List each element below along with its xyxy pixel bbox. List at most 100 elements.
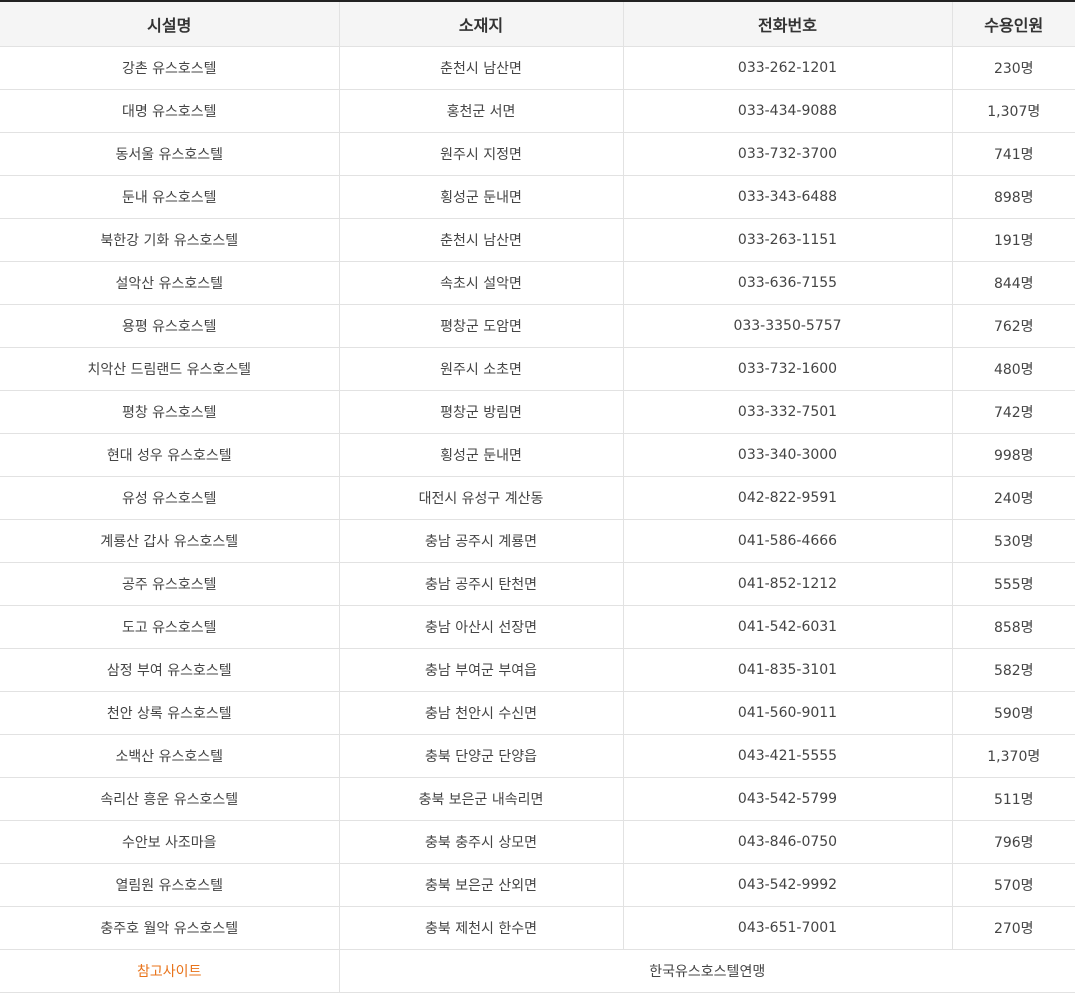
phone-cell: 041-852-1212 — [622, 562, 952, 606]
capacity-cell: 858명 — [951, 605, 1075, 649]
column-header-capacity: 수용인원 — [951, 1, 1075, 47]
facility-name-cell: 천안 상록 유스호스텔 — [0, 691, 339, 735]
location-cell: 평창군 도암면 — [338, 304, 623, 348]
facility-name-cell: 도고 유스호스텔 — [0, 605, 339, 649]
table-row: 도고 유스호스텔 충남 아산시 선장면 041-542-6031 858명 — [0, 605, 1075, 649]
capacity-cell: 240명 — [951, 476, 1075, 520]
location-cell: 평창군 방림면 — [338, 390, 623, 434]
capacity-cell: 270명 — [951, 906, 1075, 950]
facility-name-cell: 삼정 부여 유스호스텔 — [0, 648, 339, 692]
capacity-cell: 582명 — [951, 648, 1075, 692]
facility-name-cell: 속리산 흥운 유스호스텔 — [0, 777, 339, 821]
capacity-cell: 230명 — [951, 46, 1075, 90]
table-row: 평창 유스호스텔 평창군 방림면 033-332-7501 742명 — [0, 390, 1075, 434]
table-row: 유성 유스호스텔 대전시 유성구 계산동 042-822-9591 240명 — [0, 476, 1075, 520]
location-cell: 춘천시 남산면 — [338, 218, 623, 262]
phone-cell: 033-732-3700 — [622, 132, 952, 176]
phone-cell: 043-651-7001 — [622, 906, 952, 950]
facility-name-cell: 유성 유스호스텔 — [0, 476, 339, 520]
capacity-cell: 844명 — [951, 261, 1075, 305]
location-cell: 홍천군 서면 — [338, 89, 623, 133]
reference-site-label: 참고사이트 — [0, 949, 339, 993]
capacity-cell: 998명 — [951, 433, 1075, 477]
phone-cell: 043-421-5555 — [622, 734, 952, 778]
table-header: 시설명 소재지 전화번호 수용인원 — [0, 1, 1075, 47]
phone-cell: 041-586-4666 — [622, 519, 952, 563]
table-row: 천안 상록 유스호스텔 충남 천안시 수신면 041-560-9011 590명 — [0, 691, 1075, 735]
table-row: 북한강 기화 유스호스텔 춘천시 남산면 033-263-1151 191명 — [0, 218, 1075, 262]
capacity-cell: 555명 — [951, 562, 1075, 606]
location-cell: 충북 충주시 상모면 — [338, 820, 623, 864]
capacity-cell: 742명 — [951, 390, 1075, 434]
capacity-cell: 530명 — [951, 519, 1075, 563]
phone-cell: 041-560-9011 — [622, 691, 952, 735]
location-cell: 충남 공주시 탄천면 — [338, 562, 623, 606]
facility-name-cell: 북한강 기화 유스호스텔 — [0, 218, 339, 262]
table-row: 충주호 월악 유스호스텔 충북 제천시 한수면 043-651-7001 270명 — [0, 906, 1075, 950]
capacity-cell: 480명 — [951, 347, 1075, 391]
facility-name-cell: 계룡산 갑사 유스호스텔 — [0, 519, 339, 563]
phone-cell: 042-822-9591 — [622, 476, 952, 520]
phone-cell: 041-542-6031 — [622, 605, 952, 649]
table-row: 대명 유스호스텔 홍천군 서면 033-434-9088 1,307명 — [0, 89, 1075, 133]
phone-cell: 033-263-1151 — [622, 218, 952, 262]
table-row: 치악산 드림랜드 유스호스텔 원주시 소초면 033-732-1600 480명 — [0, 347, 1075, 391]
capacity-cell: 796명 — [951, 820, 1075, 864]
table-row: 동서울 유스호스텔 원주시 지정면 033-732-3700 741명 — [0, 132, 1075, 176]
phone-cell: 033-3350-5757 — [622, 304, 952, 348]
phone-cell: 033-262-1201 — [622, 46, 952, 90]
capacity-cell: 511명 — [951, 777, 1075, 821]
location-cell: 충남 부여군 부여읍 — [338, 648, 623, 692]
location-cell: 춘천시 남산면 — [338, 46, 623, 90]
capacity-cell: 1,307명 — [951, 89, 1075, 133]
capacity-cell: 570명 — [951, 863, 1075, 907]
table-row: 현대 성우 유스호스텔 횡성군 둔내면 033-340-3000 998명 — [0, 433, 1075, 477]
facility-name-cell: 열림원 유스호스텔 — [0, 863, 339, 907]
facility-name-cell: 공주 유스호스텔 — [0, 562, 339, 606]
table-row: 계룡산 갑사 유스호스텔 충남 공주시 계룡면 041-586-4666 530명 — [0, 519, 1075, 563]
location-cell: 횡성군 둔내면 — [338, 433, 623, 477]
location-cell: 충북 보은군 산외면 — [338, 863, 623, 907]
table-body: 강촌 유스호스텔 춘천시 남산면 033-262-1201 230명 대명 유스호스텔 홍… — [0, 46, 1075, 993]
phone-cell: 043-846-0750 — [622, 820, 952, 864]
table-row: 수안보 사조마을 충북 충주시 상모면 043-846-0750 796명 — [0, 820, 1075, 864]
location-cell: 충북 보은군 내속리면 — [338, 777, 623, 821]
header-row: 시설명 소재지 전화번호 수용인원 — [0, 1, 1075, 47]
capacity-cell: 1,370명 — [951, 734, 1075, 778]
table-row: 설악산 유스호스텔 속초시 설악면 033-636-7155 844명 — [0, 261, 1075, 305]
phone-cell: 033-434-9088 — [622, 89, 952, 133]
table-row: 열림원 유스호스텔 충북 보은군 산외면 043-542-9992 570명 — [0, 863, 1075, 907]
location-cell: 충남 천안시 수신면 — [338, 691, 623, 735]
youth-hostel-table: 시설명 소재지 전화번호 수용인원 강촌 유스호스텔 춘천시 남산면 033-262… — [0, 0, 1075, 993]
facility-name-cell: 현대 성우 유스호스텔 — [0, 433, 339, 477]
column-header-name: 시설명 — [0, 1, 339, 47]
location-cell: 원주시 지정면 — [338, 132, 623, 176]
capacity-cell: 741명 — [951, 132, 1075, 176]
phone-cell: 033-340-3000 — [622, 433, 952, 477]
phone-cell: 043-542-5799 — [622, 777, 952, 821]
location-cell: 속초시 설악면 — [338, 261, 623, 305]
capacity-cell: 898명 — [951, 175, 1075, 219]
location-cell: 횡성군 둔내면 — [338, 175, 623, 219]
phone-cell: 041-835-3101 — [622, 648, 952, 692]
location-cell: 충북 단양군 단양읍 — [338, 734, 623, 778]
facility-name-cell: 소백산 유스호스텔 — [0, 734, 339, 778]
column-header-phone: 전화번호 — [622, 1, 952, 47]
facility-name-cell: 용평 유스호스텔 — [0, 304, 339, 348]
facility-name-cell: 강촌 유스호스텔 — [0, 46, 339, 90]
phone-cell: 033-343-6488 — [622, 175, 952, 219]
reference-site-link[interactable]: 한국유스호스텔연맹 — [338, 949, 1075, 993]
facility-name-cell: 둔내 유스호스텔 — [0, 175, 339, 219]
facility-name-cell: 대명 유스호스텔 — [0, 89, 339, 133]
facility-name-cell: 동서울 유스호스텔 — [0, 132, 339, 176]
facility-name-cell: 수안보 사조마을 — [0, 820, 339, 864]
capacity-cell: 191명 — [951, 218, 1075, 262]
location-cell: 충남 아산시 선장면 — [338, 605, 623, 649]
phone-cell: 043-542-9992 — [622, 863, 952, 907]
location-cell: 충북 제천시 한수면 — [338, 906, 623, 950]
facility-name-cell: 평창 유스호스텔 — [0, 390, 339, 434]
capacity-cell: 762명 — [951, 304, 1075, 348]
table-row: 속리산 흥운 유스호스텔 충북 보은군 내속리면 043-542-5799 511명 — [0, 777, 1075, 821]
capacity-cell: 590명 — [951, 691, 1075, 735]
table-row: 용평 유스호스텔 평창군 도암면 033-3350-5757 762명 — [0, 304, 1075, 348]
